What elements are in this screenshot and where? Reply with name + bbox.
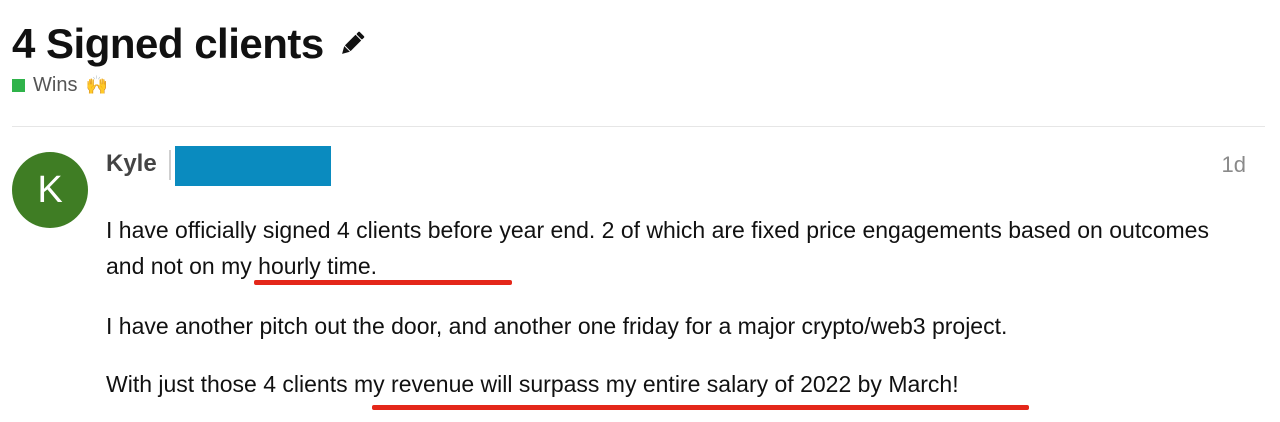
category-color-swatch (12, 79, 25, 92)
topic-header: 4 Signed clients (12, 18, 370, 70)
post-paragraph: I have officially signed 4 clients befor… (106, 217, 1209, 279)
category-label: Wins (33, 74, 78, 96)
raising-hands-emoji: 🙌 (85, 75, 108, 95)
highlight-underline (372, 405, 1029, 410)
avatar[interactable]: K (12, 152, 88, 228)
redaction-box (175, 146, 331, 186)
avatar-letter: K (37, 168, 63, 211)
topic-title: 4 Signed clients (12, 20, 324, 67)
topic-page: 4 Signed clients Wins 🙌 K Kyle 1d I have… (0, 0, 1280, 422)
header-divider (12, 126, 1265, 127)
pencil-icon[interactable] (334, 26, 370, 62)
highlight-underline (254, 280, 512, 285)
post-author[interactable]: Kyle (106, 150, 157, 178)
post-paragraph: With just those 4 clients my revenue wil… (106, 371, 959, 397)
post-date[interactable]: 1d (1222, 152, 1246, 178)
post-paragraph: I have another pitch out the door, and a… (106, 313, 1008, 339)
redaction-edge (169, 150, 171, 180)
category-badge[interactable]: Wins 🙌 (12, 74, 108, 97)
